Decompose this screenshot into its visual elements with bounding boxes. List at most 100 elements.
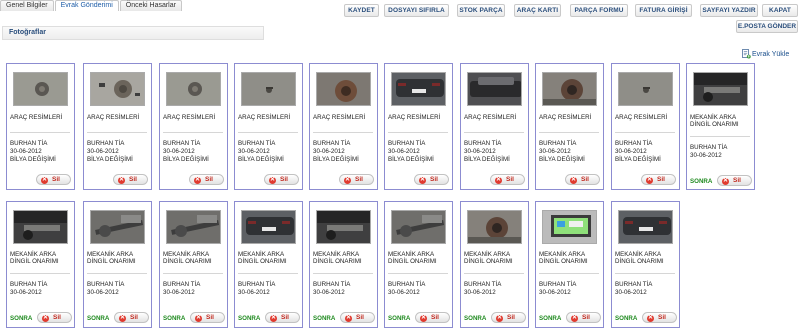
delete-icon: ✕ <box>722 177 729 185</box>
delete-button[interactable]: ✕ Sil <box>190 312 225 323</box>
photo-category: ARAÇ RESİMLERİ <box>464 114 517 121</box>
invoice-entry-button[interactable]: FATURA GİRİŞİ <box>635 4 692 17</box>
photo-note: BİLYA DEĞİŞİMİ <box>464 156 510 163</box>
delete-label: Sil <box>130 314 138 321</box>
delete-button[interactable]: ✕ Sil <box>339 174 374 185</box>
photo-thumbnail[interactable] <box>391 72 446 106</box>
photo-note: BİLYA DEĞİŞİMİ <box>238 156 284 163</box>
photo-card: ARAÇ RESİMLERİ BURHAN TİA 30-06-2012 BİLYA … <box>234 63 303 190</box>
reset-file-button[interactable]: DOSYAYI SIFIRLA <box>384 4 449 17</box>
part-form-button[interactable]: PARÇA FORMU <box>570 4 628 17</box>
photo-thumbnail[interactable] <box>316 72 371 106</box>
stock-part-button[interactable]: STOK PARÇA <box>457 4 505 17</box>
photo-thumbnail[interactable] <box>618 210 673 244</box>
delete-button[interactable]: ✕ Sil <box>490 174 525 185</box>
later-label[interactable]: SONRA <box>464 315 486 322</box>
delete-button[interactable]: ✕ Sil <box>415 312 450 323</box>
delete-icon: ✕ <box>194 176 201 184</box>
later-label[interactable]: SONRA <box>539 315 561 322</box>
photo-thumbnail[interactable] <box>316 210 371 244</box>
photo-thumbnail[interactable] <box>90 72 145 106</box>
delete-label: Sil <box>205 176 213 183</box>
delete-icon: ✕ <box>42 314 49 322</box>
upload-date: 30-06-2012 <box>163 289 195 296</box>
photo-thumbnail[interactable] <box>13 72 68 106</box>
photo-thumbnail[interactable] <box>467 72 522 106</box>
print-page-button[interactable]: SAYFAYI YAZDIR <box>700 4 758 17</box>
upload-date: 30-06-2012 <box>388 148 420 155</box>
tab-onceki-hasarlar[interactable]: Önceki Hasarlar <box>119 0 182 11</box>
photo-category: ARAÇ RESİMLERİ <box>238 114 291 121</box>
photo-thumbnail[interactable] <box>467 210 522 244</box>
delete-button[interactable]: ✕ Sil <box>37 312 72 323</box>
vehicle-card-button[interactable]: ARAÇ KARTI <box>514 4 561 17</box>
upload-date: 30-06-2012 <box>615 148 647 155</box>
upload-date: 30-06-2012 <box>539 148 571 155</box>
delete-label: Sil <box>52 176 60 183</box>
tab-genel-bilgiler[interactable]: Genel Bilgiler <box>0 0 54 11</box>
photo-thumbnail[interactable] <box>241 210 296 244</box>
delete-button[interactable]: ✕ Sil <box>414 174 449 185</box>
delete-button[interactable]: ✕ Sil <box>565 174 600 185</box>
later-label[interactable]: SONRA <box>313 315 335 322</box>
photo-thumbnail[interactable] <box>542 210 597 244</box>
delete-button[interactable]: ✕ Sil <box>189 174 224 185</box>
save-button[interactable]: KAYDET <box>344 4 379 17</box>
later-label[interactable]: SONRA <box>238 315 260 322</box>
delete-button[interactable]: ✕ Sil <box>113 174 148 185</box>
later-label[interactable]: SONRA <box>87 315 109 322</box>
uploader-name: BURHAN TİA <box>313 281 351 288</box>
uploader-name: BURHAN TİA <box>163 281 201 288</box>
delete-icon: ✕ <box>118 176 125 184</box>
delete-icon: ✕ <box>571 314 578 322</box>
delete-icon: ✕ <box>647 314 654 322</box>
photo-thumbnail[interactable] <box>166 72 221 106</box>
page: Genel Bilgiler Evrak Gönderimi Önceki Ha… <box>0 0 800 333</box>
delete-button[interactable]: ✕ Sil <box>717 175 752 186</box>
delete-button[interactable]: ✕ Sil <box>566 312 601 323</box>
photo-category: ARAÇ RESİMLERİ <box>539 114 592 121</box>
delete-icon: ✕ <box>646 176 653 184</box>
upload-document-link[interactable]: Evrak Yükle <box>742 48 789 60</box>
photo-category: ARAÇ RESİMLERİ <box>388 114 441 121</box>
delete-button[interactable]: ✕ Sil <box>641 174 676 185</box>
photo-thumbnail[interactable] <box>693 72 748 106</box>
photo-category-line2: DİNGİL ONARIMI <box>163 258 212 265</box>
later-label[interactable]: SONRA <box>615 315 637 322</box>
delete-button[interactable]: ✕ Sil <box>265 312 300 323</box>
later-label[interactable]: SONRA <box>10 315 32 322</box>
later-label[interactable]: SONRA <box>163 315 185 322</box>
uploader-name: BURHAN TİA <box>388 140 426 147</box>
later-label[interactable]: SONRA <box>690 178 712 185</box>
photo-thumbnail[interactable] <box>90 210 145 244</box>
later-label[interactable]: SONRA <box>388 315 410 322</box>
close-button[interactable]: KAPAT <box>762 4 798 17</box>
delete-icon: ✕ <box>269 176 276 184</box>
photo-thumbnail[interactable] <box>13 210 68 244</box>
photo-thumbnail[interactable] <box>618 72 673 106</box>
uploader-name: BURHAN TİA <box>238 281 276 288</box>
upload-date: 30-06-2012 <box>87 148 119 155</box>
delete-button[interactable]: ✕ Sil <box>36 174 71 185</box>
photo-category: ARAÇ RESİMLERİ <box>87 114 140 121</box>
delete-button[interactable]: ✕ Sil <box>642 312 677 323</box>
photo-thumbnail[interactable] <box>542 72 597 106</box>
uploader-name: BURHAN TİA <box>615 281 653 288</box>
uploader-name: BURHAN TİA <box>87 281 125 288</box>
photo-category-line2: DİNGİL ONARIMI <box>539 258 588 265</box>
photo-card: MEKANİK ARKA DİNGİL ONARIMI BURHAN TİA 30-0… <box>234 201 303 328</box>
delete-icon: ✕ <box>195 314 202 322</box>
delete-button[interactable]: ✕ Sil <box>264 174 299 185</box>
delete-button[interactable]: ✕ Sil <box>340 312 375 323</box>
photo-thumbnail[interactable] <box>241 72 296 106</box>
photo-category: ARAÇ RESİMLERİ <box>163 114 216 121</box>
photo-thumbnail[interactable] <box>391 210 446 244</box>
tab-evrak-gonderimi[interactable]: Evrak Gönderimi <box>54 0 119 11</box>
photo-thumbnail[interactable] <box>166 210 221 244</box>
photo-card: MEKANİK ARKA DİNGİL ONARIMI BURHAN TİA 30-0… <box>309 201 378 328</box>
send-email-button[interactable]: E.POSTA GÖNDER <box>736 20 798 33</box>
delete-button[interactable]: ✕ Sil <box>491 312 526 323</box>
delete-button[interactable]: ✕ Sil <box>114 312 149 323</box>
upload-label: Evrak Yükle <box>752 50 790 58</box>
uploader-name: BURHAN TİA <box>313 140 351 147</box>
